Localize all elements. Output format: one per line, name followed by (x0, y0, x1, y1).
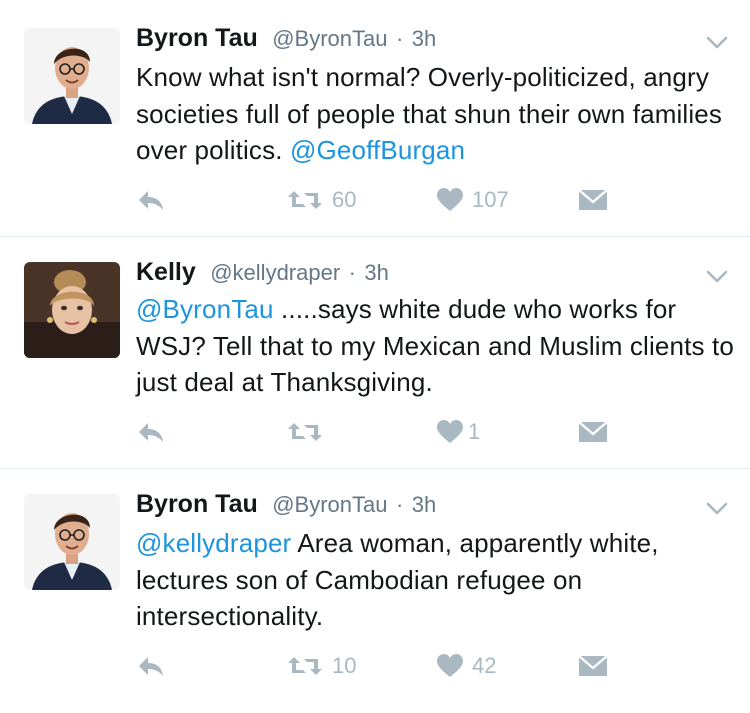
tweet[interactable]: Byron Tau @ByronTau · 3h Know what isn't… (0, 0, 750, 238)
tweet-actions: 10 42 (136, 650, 616, 682)
dm-envelope-icon (578, 420, 608, 444)
tweet-header: Kelly @kellydraper · 3h (136, 258, 389, 292)
tweet-timeline: Byron Tau @ByronTau · 3h Know what isn't… (0, 0, 750, 713)
reply-icon (136, 654, 166, 678)
author-name[interactable]: Kelly (136, 258, 196, 286)
author-handle[interactable]: @ByronTau (272, 492, 387, 517)
mention-link[interactable]: @GeoffBurgan (290, 135, 465, 165)
reply-button[interactable] (136, 184, 166, 216)
tweet-text: @ByronTau .....says white dude who works… (136, 291, 736, 401)
meta-separator: · (395, 26, 404, 51)
like-button[interactable]: 107 (436, 184, 509, 216)
avatar[interactable] (24, 494, 120, 590)
caret-down-icon[interactable] (706, 502, 728, 516)
tweet-actions: 1 (136, 416, 616, 448)
heart-icon (436, 653, 464, 679)
author-name[interactable]: Byron Tau (136, 490, 258, 518)
timestamp[interactable]: 3h (412, 492, 436, 517)
like-count: 107 (472, 187, 509, 212)
divider (0, 468, 750, 469)
tweet-text: Know what isn't normal? Overly-politiciz… (136, 59, 736, 169)
meta-separator: · (348, 260, 356, 285)
reply-icon (136, 188, 166, 212)
author-name[interactable]: Byron Tau (136, 24, 258, 52)
tweet[interactable]: Kelly @kellydraper · 3h @ByronTau .....s… (0, 238, 750, 470)
direct-message-button[interactable] (578, 650, 608, 682)
tweet-header: Byron Tau @ByronTau · 3h (136, 24, 436, 58)
reply-button[interactable] (136, 416, 166, 448)
timestamp[interactable]: 3h (412, 26, 436, 51)
retweet-button[interactable]: 10 (286, 650, 356, 682)
avatar[interactable] (24, 262, 120, 358)
author-handle[interactable]: @ByronTau (272, 26, 387, 51)
mention-link[interactable]: @ByronTau (136, 294, 274, 324)
retweet-icon (286, 419, 324, 445)
reply-button[interactable] (136, 650, 166, 682)
timestamp[interactable]: 3h (364, 260, 388, 285)
retweet-count: 10 (332, 653, 357, 678)
direct-message-button[interactable] (578, 184, 608, 216)
author-handle[interactable]: @kellydraper (210, 260, 340, 285)
meta-separator: · (395, 492, 404, 517)
retweet-button[interactable]: 60 (286, 184, 356, 216)
retweet-icon (286, 653, 324, 679)
tweet-text: @kellydraper Area woman, apparently whit… (136, 525, 736, 635)
like-button[interactable]: 1 (436, 416, 480, 448)
caret-down-icon[interactable] (706, 36, 728, 50)
avatar[interactable] (24, 28, 120, 124)
tweet-header: Byron Tau @ByronTau · 3h (136, 490, 436, 524)
tweet-actions: 60 107 (136, 184, 616, 216)
heart-icon (436, 187, 464, 213)
retweet-icon (286, 187, 324, 213)
reply-icon (136, 420, 166, 444)
dm-envelope-icon (578, 654, 608, 678)
heart-icon (436, 419, 464, 445)
tweet[interactable]: Byron Tau @ByronTau · 3h @kellydraper Ar… (0, 470, 750, 713)
like-count: 1 (468, 419, 481, 444)
retweet-button[interactable] (286, 416, 332, 448)
divider (0, 236, 750, 237)
mention-link[interactable]: @kellydraper (136, 528, 291, 558)
dm-envelope-icon (578, 188, 608, 212)
caret-down-icon[interactable] (706, 270, 728, 284)
direct-message-button[interactable] (578, 416, 608, 448)
like-button[interactable]: 42 (436, 650, 496, 682)
retweet-count: 60 (332, 187, 357, 212)
like-count: 42 (472, 653, 497, 678)
